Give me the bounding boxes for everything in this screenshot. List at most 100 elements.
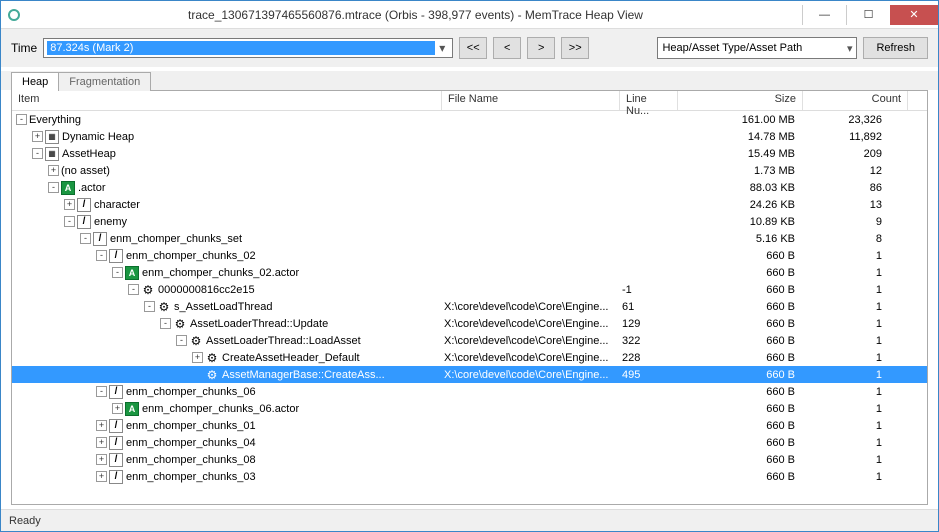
tree-row[interactable]: -/enemy10.89 KB9 bbox=[12, 213, 927, 230]
tree-row[interactable]: +/enm_chomper_chunks_03660 B1 bbox=[12, 468, 927, 485]
gear-icon: ⚙ bbox=[189, 334, 203, 348]
status-text: Ready bbox=[9, 515, 41, 527]
tab-heap[interactable]: Heap bbox=[11, 72, 59, 91]
header-file[interactable]: File Name bbox=[442, 91, 620, 110]
column-headers: Item File Name Line Nu... Size Count bbox=[12, 91, 927, 111]
gear-icon: ⚙ bbox=[205, 368, 219, 382]
tree-row[interactable]: -/enm_chomper_chunks_02660 B1 bbox=[12, 247, 927, 264]
row-line: 495 bbox=[620, 369, 678, 381]
dropdown-arrow-icon: ▾ bbox=[435, 41, 449, 55]
row-label: (no asset) bbox=[61, 165, 110, 177]
row-size: 88.03 KB bbox=[678, 182, 803, 194]
expander-icon[interactable]: + bbox=[192, 352, 203, 363]
header-count[interactable]: Count bbox=[803, 91, 908, 110]
tree-row[interactable]: -▦AssetHeap15.49 MB209 bbox=[12, 145, 927, 162]
nav-next-button[interactable]: > bbox=[527, 37, 555, 59]
row-size: 660 B bbox=[678, 437, 803, 449]
tree-row[interactable]: -A.actor88.03 KB86 bbox=[12, 179, 927, 196]
expander-icon[interactable]: + bbox=[32, 131, 43, 142]
expander-icon[interactable]: - bbox=[96, 386, 107, 397]
expander-icon[interactable]: - bbox=[80, 233, 91, 244]
row-count: 1 bbox=[803, 403, 890, 415]
tab-fragmentation[interactable]: Fragmentation bbox=[58, 72, 151, 91]
row-count: 1 bbox=[803, 301, 890, 313]
expander-icon[interactable]: + bbox=[112, 403, 123, 414]
path-icon: / bbox=[109, 419, 123, 433]
tree-row[interactable]: -Aenm_chomper_chunks_02.actor660 B1 bbox=[12, 264, 927, 281]
row-count: 1 bbox=[803, 318, 890, 330]
expander-icon[interactable]: + bbox=[96, 454, 107, 465]
tree-row[interactable]: +/enm_chomper_chunks_04660 B1 bbox=[12, 434, 927, 451]
expander-icon[interactable]: - bbox=[32, 148, 43, 159]
row-label: .actor bbox=[78, 182, 106, 194]
row-label: character bbox=[94, 199, 140, 211]
status-bar: Ready bbox=[1, 509, 938, 531]
tree-row[interactable]: +⚙CreateAssetHeader_DefaultX:\core\devel… bbox=[12, 349, 927, 366]
expander-icon[interactable]: + bbox=[48, 165, 59, 176]
expander-icon[interactable]: + bbox=[64, 199, 75, 210]
tree-row[interactable]: -⚙0000000816cc2e15-1660 B1 bbox=[12, 281, 927, 298]
expander-icon[interactable]: - bbox=[112, 267, 123, 278]
expander-icon[interactable]: + bbox=[96, 437, 107, 448]
tree-row[interactable]: -⚙s_AssetLoadThreadX:\core\devel\code\Co… bbox=[12, 298, 927, 315]
tree-row[interactable]: -⚙AssetLoaderThread::LoadAssetX:\core\de… bbox=[12, 332, 927, 349]
expander-icon[interactable]: - bbox=[48, 182, 59, 193]
row-count: 1 bbox=[803, 267, 890, 279]
row-size: 660 B bbox=[678, 386, 803, 398]
row-count: 1 bbox=[803, 284, 890, 296]
asset-icon: A bbox=[125, 402, 139, 416]
expander-icon[interactable]: + bbox=[96, 471, 107, 482]
tree-row[interactable]: +▦Dynamic Heap14.78 MB11,892 bbox=[12, 128, 927, 145]
row-count: 1 bbox=[803, 335, 890, 347]
expander-icon[interactable]: - bbox=[64, 216, 75, 227]
gear-icon: ⚙ bbox=[157, 300, 171, 314]
tree-row[interactable]: -/enm_chomper_chunks_06660 B1 bbox=[12, 383, 927, 400]
refresh-button[interactable]: Refresh bbox=[863, 37, 928, 59]
minimize-button[interactable]: — bbox=[802, 5, 846, 25]
time-select[interactable]: 87.324s (Mark 2) ▾ bbox=[43, 38, 453, 58]
row-size: 161.00 MB bbox=[678, 114, 803, 126]
tree-row[interactable]: +(no asset) 1.73 MB12 bbox=[12, 162, 927, 179]
header-item[interactable]: Item bbox=[12, 91, 442, 110]
header-size[interactable]: Size bbox=[678, 91, 803, 110]
tree-row[interactable]: +/enm_chomper_chunks_01660 B1 bbox=[12, 417, 927, 434]
row-file: X:\core\devel\code\Core\Engine... bbox=[442, 335, 620, 347]
maximize-button[interactable]: ☐ bbox=[846, 5, 890, 25]
expander-icon[interactable]: - bbox=[128, 284, 139, 295]
expander-icon[interactable]: - bbox=[160, 318, 171, 329]
grouping-select[interactable]: Heap/Asset Type/Asset Path ▾ bbox=[657, 37, 857, 59]
row-count: 12 bbox=[803, 165, 890, 177]
tree-row[interactable]: +/enm_chomper_chunks_08660 B1 bbox=[12, 451, 927, 468]
expander-icon[interactable]: - bbox=[176, 335, 187, 346]
row-size: 15.49 MB bbox=[678, 148, 803, 160]
folder-icon: ▦ bbox=[45, 130, 59, 144]
tree-row[interactable]: -Everything161.00 MB23,326 bbox=[12, 111, 927, 128]
row-count: 1 bbox=[803, 369, 890, 381]
close-button[interactable]: ✕ bbox=[890, 5, 938, 25]
tree-body[interactable]: -Everything161.00 MB23,326+▦Dynamic Heap… bbox=[12, 111, 927, 504]
tree-row[interactable]: -⚙AssetLoaderThread::UpdateX:\core\devel… bbox=[12, 315, 927, 332]
row-size: 660 B bbox=[678, 335, 803, 347]
tree-row[interactable]: +/character24.26 KB13 bbox=[12, 196, 927, 213]
expander-icon[interactable]: - bbox=[144, 301, 155, 312]
nav-first-button[interactable]: << bbox=[459, 37, 487, 59]
path-icon: / bbox=[93, 232, 107, 246]
tree-row[interactable]: +Aenm_chomper_chunks_06.actor660 B1 bbox=[12, 400, 927, 417]
path-icon: / bbox=[109, 436, 123, 450]
expander-icon[interactable]: - bbox=[16, 114, 27, 125]
gear-icon: ⚙ bbox=[141, 283, 155, 297]
tree-row[interactable]: -/enm_chomper_chunks_set5.16 KB8 bbox=[12, 230, 927, 247]
row-line: 61 bbox=[620, 301, 678, 313]
row-label: enemy bbox=[94, 216, 127, 228]
header-line[interactable]: Line Nu... bbox=[620, 91, 678, 110]
row-size: 1.73 MB bbox=[678, 165, 803, 177]
row-size: 660 B bbox=[678, 301, 803, 313]
gear-icon: ⚙ bbox=[205, 351, 219, 365]
row-size: 14.78 MB bbox=[678, 131, 803, 143]
nav-last-button[interactable]: >> bbox=[561, 37, 589, 59]
app-icon bbox=[7, 7, 23, 23]
expander-icon[interactable]: + bbox=[96, 420, 107, 431]
expander-icon[interactable]: - bbox=[96, 250, 107, 261]
nav-prev-button[interactable]: < bbox=[493, 37, 521, 59]
tree-row[interactable]: ⚙AssetManagerBase::CreateAss...X:\core\d… bbox=[12, 366, 927, 383]
